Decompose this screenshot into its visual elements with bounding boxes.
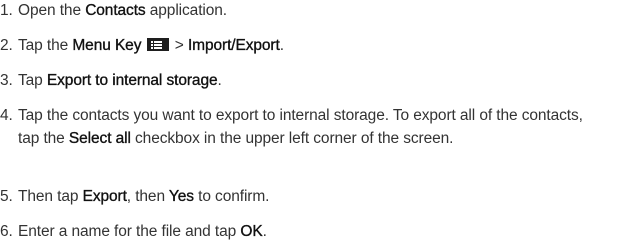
contacts-label: Contacts [85,2,146,19]
menu-key-label: Menu Key [72,37,142,54]
step-number: 5. [0,188,13,205]
menu-key-icon [146,38,169,51]
step-text: Tap Export to internal storage. [18,72,222,89]
export-label: Export [82,188,127,205]
step-number: 1. [0,2,13,19]
step-3: 3. Tap Export to internal storage. [0,69,622,92]
step-6: 6. Enter a name for the file and tap OK. [0,220,622,243]
instruction-steps: 1. Open the Contacts application. 2. Tap… [0,0,622,245]
step-text: Open the Contacts application. [18,2,227,19]
step-text: Enter a name for the file and tap OK. [18,223,267,240]
step-number: 3. [0,72,13,89]
step-1: 1. Open the Contacts application. [0,0,622,22]
step-text: Tap the contacts you want to export to i… [18,107,583,147]
step-number: 4. [0,107,13,124]
step-2: 2. Tap the Menu Key > Import/Export. [0,34,622,57]
select-all-label: Select all [68,130,131,147]
step-4: 4. Tap the contacts you want to export t… [0,104,622,150]
step-text: Tap the Menu Key > Import/Export. [18,37,284,54]
step-5: 5. Then tap Export, then Yes to confirm. [0,185,622,208]
step-text: Then tap Export, then Yes to confirm. [18,188,270,205]
import-export-label: Import/Export [187,37,280,54]
ok-label: OK [240,223,263,240]
yes-label: Yes [168,188,194,205]
step-number: 2. [0,37,13,54]
step-number: 6. [0,223,13,240]
export-internal-label: Export to internal storage [46,72,218,89]
